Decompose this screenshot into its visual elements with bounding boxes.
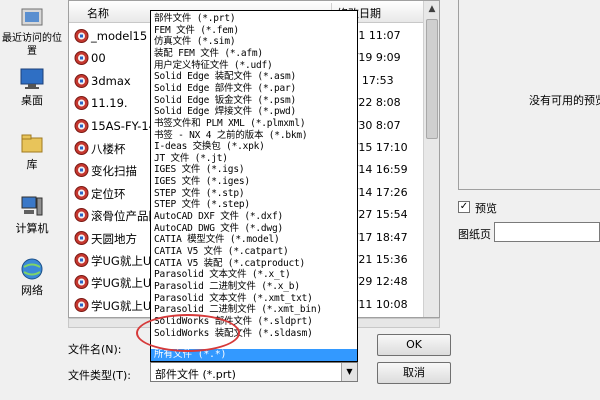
place-label: 网络	[21, 284, 43, 297]
filetype-value: 部件文件 (*.prt)	[155, 368, 236, 381]
dropdown-option[interactable]: 用户定义特征文件 (*.udf)	[154, 60, 273, 71]
dropdown-option[interactable]: Parasolid 二进制文件 (*.x_b)	[154, 281, 300, 292]
scroll-up-arrow-icon[interactable]: ▲	[424, 1, 439, 17]
dropdown-option[interactable]: Solid Edge 钣金文件 (*.psm)	[154, 95, 296, 106]
dropdown-option[interactable]: CATIA 模型文件 (*.model)	[154, 234, 280, 245]
preview-pane: 没有可用的预览	[458, 0, 600, 190]
file-name: 八楼杯	[91, 141, 126, 156]
file-name: 3dmax	[91, 73, 131, 88]
dropdown-option[interactable]: I-deas 交换包 (*.xpk)	[154, 141, 265, 152]
nx-file-icon	[74, 252, 89, 267]
preview-checkbox-label[interactable]: 预览	[475, 200, 497, 216]
nx-file-icon	[74, 185, 89, 200]
dropdown-option[interactable]: CATIA V5 装配 (*.catproduct)	[154, 258, 305, 269]
file-name: 变化扫描	[91, 164, 137, 179]
filetype-label: 文件类型(T):	[68, 369, 132, 382]
place-libraries[interactable]: 库	[0, 130, 64, 171]
libraries-icon	[21, 134, 43, 153]
dropdown-option[interactable]: 仿真文件 (*.sim)	[154, 36, 236, 47]
dropdown-option[interactable]: Parasolid 文本文件 (*.xmt_txt)	[154, 293, 313, 304]
filetype-dropdown-list[interactable]: 部件文件 (*.prt) FEM 文件 (*.fem) 仿真文件 (*.sim) 装配…	[150, 10, 358, 362]
place-computer[interactable]: 计算机	[0, 194, 64, 235]
dropdown-option[interactable]: FEM 文件 (*.fem)	[154, 25, 239, 36]
nx-file-icon	[74, 208, 89, 223]
dropdown-option[interactable]: 装配 FEM 文件 (*.afm)	[154, 48, 263, 59]
dropdown-option[interactable]: 书签 - NX 4 之前的版本 (*.bkm)	[154, 130, 308, 141]
dropdown-option[interactable]: Solid Edge 焊接文件 (*.pwd)	[154, 106, 296, 117]
dropdown-option[interactable]: 书签文件和 PLM XML (*.plmxml)	[154, 118, 306, 129]
nx-file-icon	[74, 29, 89, 43]
vertical-scrollbar[interactable]: ▲	[423, 1, 439, 317]
place-label: 计算机	[15, 222, 49, 235]
dropdown-option[interactable]: 部件文件 (*.prt)	[154, 13, 236, 24]
scroll-thumb[interactable]	[426, 19, 438, 139]
nx-file-icon	[74, 140, 89, 155]
dropdown-option[interactable]: JT 文件 (*.jt)	[154, 153, 228, 164]
dropdown-option[interactable]: AutoCAD DWG 文件 (*.dwg)	[154, 223, 283, 234]
dropdown-option[interactable]: IGES 文件 (*.iges)	[154, 176, 250, 187]
computer-icon	[21, 196, 43, 216]
place-network[interactable]: 网络	[0, 256, 64, 297]
file-name: _model15	[91, 29, 148, 43]
file-name: 定位环	[91, 186, 126, 201]
cancel-button[interactable]: 取消	[377, 362, 451, 384]
nx-file-icon	[74, 73, 89, 88]
dropdown-option[interactable]: STEP 文件 (*.stp)	[154, 188, 245, 199]
nx-file-icon	[74, 163, 89, 178]
dropdown-option[interactable]: Solid Edge 装配文件 (*.asm)	[154, 71, 296, 82]
dropdown-option[interactable]: Parasolid 文本文件 (*.x_t)	[154, 269, 291, 280]
place-label: 最近访问的位置	[2, 33, 62, 57]
nx-file-icon	[74, 51, 89, 66]
drawing-sheet-field[interactable]	[494, 222, 600, 242]
recent-places-icon	[21, 8, 43, 26]
dropdown-option[interactable]: Solid Edge 部件文件 (*.par)	[154, 83, 296, 94]
preview-checkbox[interactable]: ✓	[458, 201, 470, 213]
nx-file-icon	[74, 230, 89, 245]
dropdown-option[interactable]: AutoCAD DXF 文件 (*.dxf)	[154, 211, 283, 222]
place-label: 库	[26, 158, 38, 171]
filename-label: 文件名(N):	[68, 343, 122, 356]
desktop-icon	[20, 68, 44, 89]
chevron-down-icon[interactable]: ▼	[341, 363, 357, 381]
nx-file-icon	[74, 297, 89, 312]
place-label: 桌面	[21, 94, 43, 107]
red-annotation-ellipse	[136, 314, 240, 352]
place-desktop[interactable]: 桌面	[0, 66, 64, 107]
place-recent[interactable]: 最近访问的位置	[0, 4, 64, 58]
filetype-select[interactable]: 部件文件 (*.prt) ▼	[150, 362, 358, 382]
network-icon	[21, 258, 43, 280]
nx-file-icon	[74, 96, 89, 111]
drawing-sheet-label: 图纸页	[458, 228, 491, 241]
ok-button[interactable]: OK	[377, 334, 451, 356]
no-preview-text: 没有可用的预览	[529, 94, 600, 107]
nx-file-icon	[74, 275, 89, 290]
file-name: 天圆地方	[91, 231, 137, 246]
file-name: 11.19.	[91, 96, 128, 111]
dropdown-option[interactable]: STEP 文件 (*.step)	[154, 199, 250, 210]
file-name: 00	[91, 51, 106, 66]
nx-file-icon	[74, 118, 89, 133]
dropdown-option[interactable]: IGES 文件 (*.igs)	[154, 164, 245, 175]
column-header-name[interactable]: 名称	[87, 5, 109, 21]
dropdown-option[interactable]: CATIA V5 文件 (*.catpart)	[154, 246, 289, 257]
places-bar: 最近访问的位置 桌面 库 计算机 网络	[0, 0, 64, 318]
